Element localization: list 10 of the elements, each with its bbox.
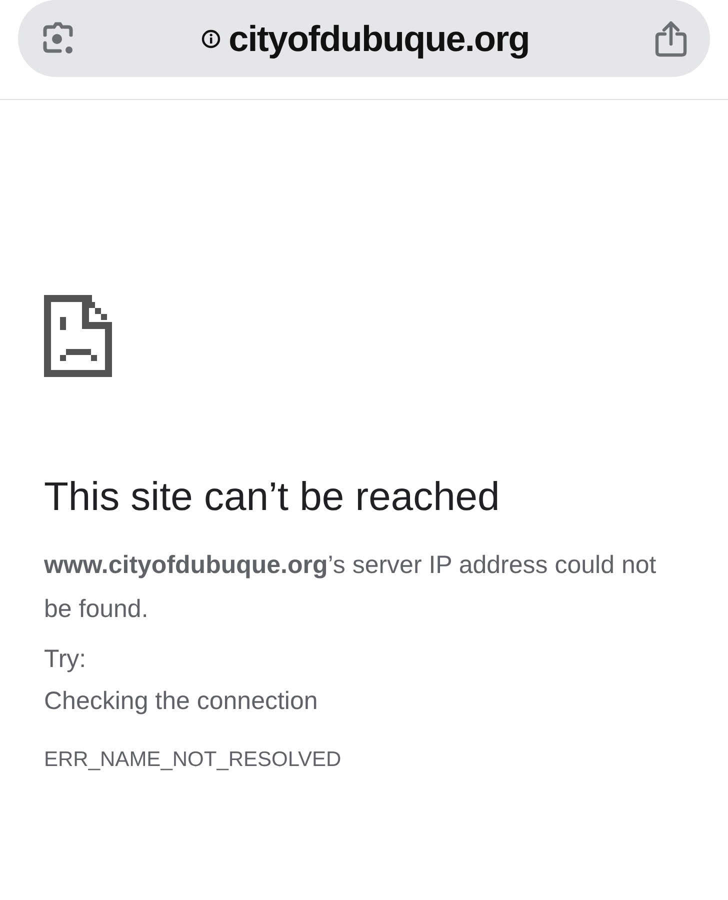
share-icon[interactable] bbox=[654, 20, 688, 58]
address-bar[interactable]: cityofdubuque.org bbox=[18, 0, 710, 77]
error-message: www.cityofdubuque.org’s server IP address could not be found. bbox=[44, 550, 658, 625]
suggestion-text: Checking the connection bbox=[44, 686, 319, 717]
error-code: ERR_NAME_NOT_RESOLVED bbox=[44, 747, 342, 773]
info-icon[interactable] bbox=[200, 28, 221, 48]
sad-document-icon bbox=[44, 295, 112, 377]
try-label: Try: bbox=[44, 644, 88, 675]
url-text[interactable]: cityofdubuque.org bbox=[228, 12, 530, 66]
error-title: This site can’t be reached bbox=[44, 474, 501, 521]
